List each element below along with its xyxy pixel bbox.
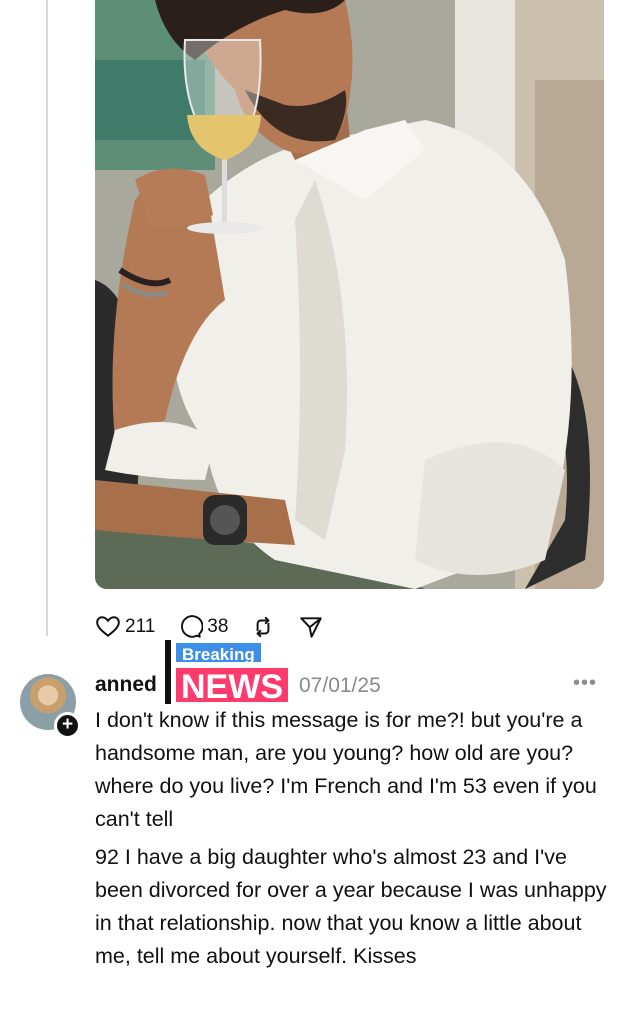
thread-line [46,0,48,636]
repost-button[interactable] [250,614,276,640]
breaking-news-sticker: Breaking NEWS [165,640,297,706]
comment-button[interactable]: 38 [177,614,228,640]
reply-date: 07/01/25 [299,674,381,697]
share-button[interactable] [298,614,324,640]
sticker-bar [165,640,171,704]
like-button[interactable]: 211 [95,614,155,640]
reply-text-paragraph-2: 92 I have a big daughter who's almost 23… [95,845,607,968]
more-options-button[interactable]: ••• [573,672,597,695]
repost-icon [257,616,270,638]
like-count: 211 [125,616,156,637]
sticker-breaking-label: Breaking [174,641,263,664]
comment-icon [181,615,204,638]
action-bar: 211 38 [95,612,346,642]
post-photo-illustration [95,0,604,589]
comment-count: 38 [207,616,229,637]
reply-text-paragraph-1: I don't know if this message is for me?!… [95,708,597,831]
follow-plus-button[interactable]: + [54,712,81,739]
share-icon [300,617,323,638]
post-photo[interactable] [95,0,604,589]
heart-icon [96,616,120,637]
sticker-news-label: NEWS [174,666,290,706]
reply-username[interactable]: anned [95,673,157,697]
